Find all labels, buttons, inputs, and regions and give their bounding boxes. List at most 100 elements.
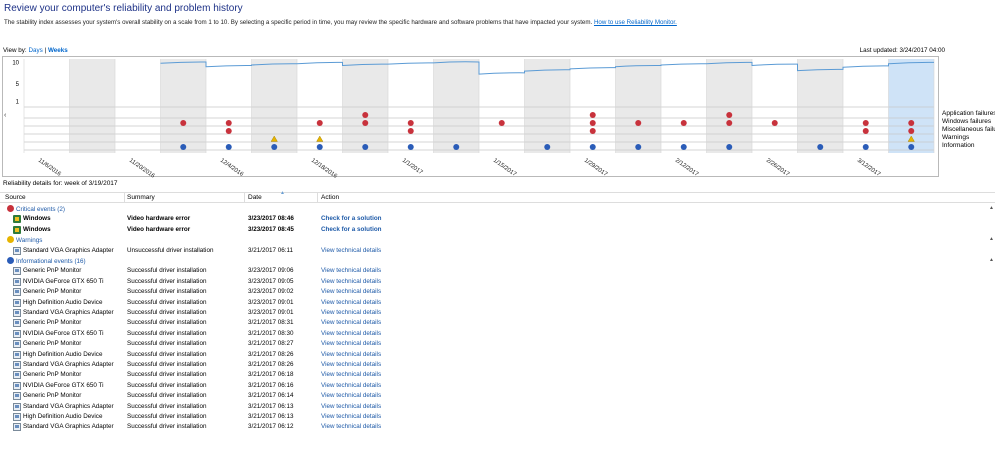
chart-column-13[interactable] [615,59,662,153]
table-row[interactable]: Standard VGA Graphics Adapter Successful … [0,308,995,318]
table-row[interactable]: High Definition Audio Device Successful d… [0,298,995,308]
view-by-weeks-link[interactable]: Weeks [48,47,68,54]
table-row[interactable]: Standard VGA Graphics Adapter Successful … [0,422,995,432]
warnings-group[interactable]: Warnings ▲ [0,235,995,245]
table-row[interactable]: High Definition Audio Device Successful d… [0,350,995,360]
chart-column-12[interactable] [570,59,616,153]
row-action-link[interactable]: View technical details [321,361,381,368]
error-icon[interactable] [362,112,369,118]
error-icon[interactable] [680,120,687,126]
table-row[interactable]: Windows Video hardware error 3/23/2017 08:… [0,225,995,235]
error-icon[interactable] [635,120,642,126]
table-row[interactable]: NVIDIA GeForce GTX 650 Ti Successful driv… [0,381,995,391]
error-icon[interactable] [589,112,596,118]
collapse-icon[interactable]: ▲ [989,205,994,211]
table-row[interactable]: Windows Video hardware error 3/23/2017 08:… [0,214,995,224]
row-action-link[interactable]: View technical details [321,382,381,389]
error-icon[interactable] [225,128,232,134]
error-icon[interactable] [316,120,323,126]
stability-chart-svg[interactable]: 10 5 1 11/6/2016 11/20/2016 12/4/2016 12/18/20… [3,57,940,180]
information-icon[interactable] [817,144,824,150]
table-row[interactable]: Standard VGA Graphics Adapter Successful … [0,360,995,370]
help-link[interactable]: How to use Reliability Monitor. [594,19,677,26]
error-icon[interactable] [180,120,187,126]
error-icon[interactable] [726,120,733,126]
row-action-link[interactable]: View technical details [321,247,381,254]
chart-column-7[interactable] [342,59,389,153]
chart-column-18[interactable] [843,59,889,153]
table-row[interactable]: Standard VGA Graphics Adapter Unsuccessfu… [0,246,995,256]
table-row[interactable]: NVIDIA GeForce GTX 650 Ti Successful driv… [0,329,995,339]
error-icon[interactable] [362,120,369,126]
table-row[interactable]: NVIDIA GeForce GTX 650 Ti Successful driv… [0,277,995,287]
table-row[interactable]: Generic PnP Monitor Successful driver ins… [0,287,995,297]
information-icon[interactable] [180,144,187,150]
column-divider[interactable] [317,193,318,203]
error-icon[interactable] [862,128,869,134]
chart-column-14[interactable] [661,59,707,153]
critical-events-group[interactable]: Critical events (2) ▲ [0,204,995,214]
error-icon[interactable] [407,120,414,126]
table-row[interactable]: Generic PnP Monitor Successful driver ins… [0,339,995,349]
error-icon[interactable] [498,120,505,126]
chart-column-9[interactable] [433,59,480,153]
chart-column-17[interactable] [797,59,844,153]
row-action-link[interactable]: View technical details [321,267,381,274]
row-action-link[interactable]: View technical details [321,413,381,420]
information-icon[interactable] [407,144,414,150]
column-divider[interactable] [244,193,245,203]
information-icon[interactable] [316,144,323,150]
error-icon[interactable] [908,128,915,134]
information-icon[interactable] [544,144,551,150]
collapse-icon[interactable]: ▲ [989,257,994,263]
chart-column-16[interactable] [752,59,798,153]
information-icon[interactable] [726,144,733,150]
error-icon[interactable] [908,120,915,126]
informational-events-group[interactable]: Informational events (16) ▲ [0,256,995,266]
information-icon[interactable] [862,144,869,150]
row-action-link[interactable]: View technical details [321,403,381,410]
row-action-link[interactable]: View technical details [321,319,381,326]
row-action-link[interactable]: View technical details [321,288,381,295]
row-action-link[interactable]: View technical details [321,278,381,285]
column-source[interactable]: Source [5,194,26,201]
row-action-link[interactable]: View technical details [321,351,381,358]
column-divider[interactable] [124,193,125,203]
row-action-link[interactable]: View technical details [321,423,381,430]
table-row[interactable]: Generic PnP Monitor Successful driver ins… [0,370,995,380]
row-action-link[interactable]: View technical details [321,309,381,316]
information-icon[interactable] [362,144,369,150]
information-icon[interactable] [908,144,915,150]
error-icon[interactable] [589,120,596,126]
row-action-link[interactable]: View technical details [321,330,381,337]
error-icon[interactable] [407,128,414,134]
table-row[interactable]: High Definition Audio Device Successful d… [0,412,995,422]
column-date[interactable]: Date [248,194,262,201]
error-icon[interactable] [225,120,232,126]
chart-column-8[interactable] [388,59,434,153]
information-icon[interactable] [589,144,596,150]
table-row[interactable]: Generic PnP Monitor Successful driver ins… [0,318,995,328]
row-action-link[interactable]: View technical details [321,392,381,399]
stability-chart[interactable]: 10 5 1 11/6/2016 11/20/2016 12/4/2016 12/18/20… [2,56,940,180]
chart-column-4[interactable] [206,59,252,153]
table-row[interactable]: Generic PnP Monitor Successful driver ins… [0,391,995,401]
error-icon[interactable] [589,128,596,134]
chart-column-0[interactable] [24,59,70,153]
column-summary[interactable]: Summary [127,194,155,201]
table-row[interactable]: Generic PnP Monitor Successful driver ins… [0,266,995,276]
row-action-link[interactable]: View technical details [321,371,381,378]
chart-column-1[interactable] [69,59,116,153]
chart-column-3[interactable] [160,59,207,153]
row-action-link[interactable]: Check for a solution [321,215,382,222]
error-icon[interactable] [726,112,733,118]
information-icon[interactable] [680,144,687,150]
view-by-days-link[interactable]: Days [28,47,42,54]
chart-column-2[interactable] [115,59,161,153]
table-row[interactable]: Standard VGA Graphics Adapter Successful … [0,402,995,412]
row-action-link[interactable]: View technical details [321,299,381,306]
row-action-link[interactable]: Check for a solution [321,226,382,233]
collapse-icon[interactable]: ▲ [989,236,994,242]
column-action[interactable]: Action [321,194,339,201]
chart-column-11[interactable] [524,59,571,153]
